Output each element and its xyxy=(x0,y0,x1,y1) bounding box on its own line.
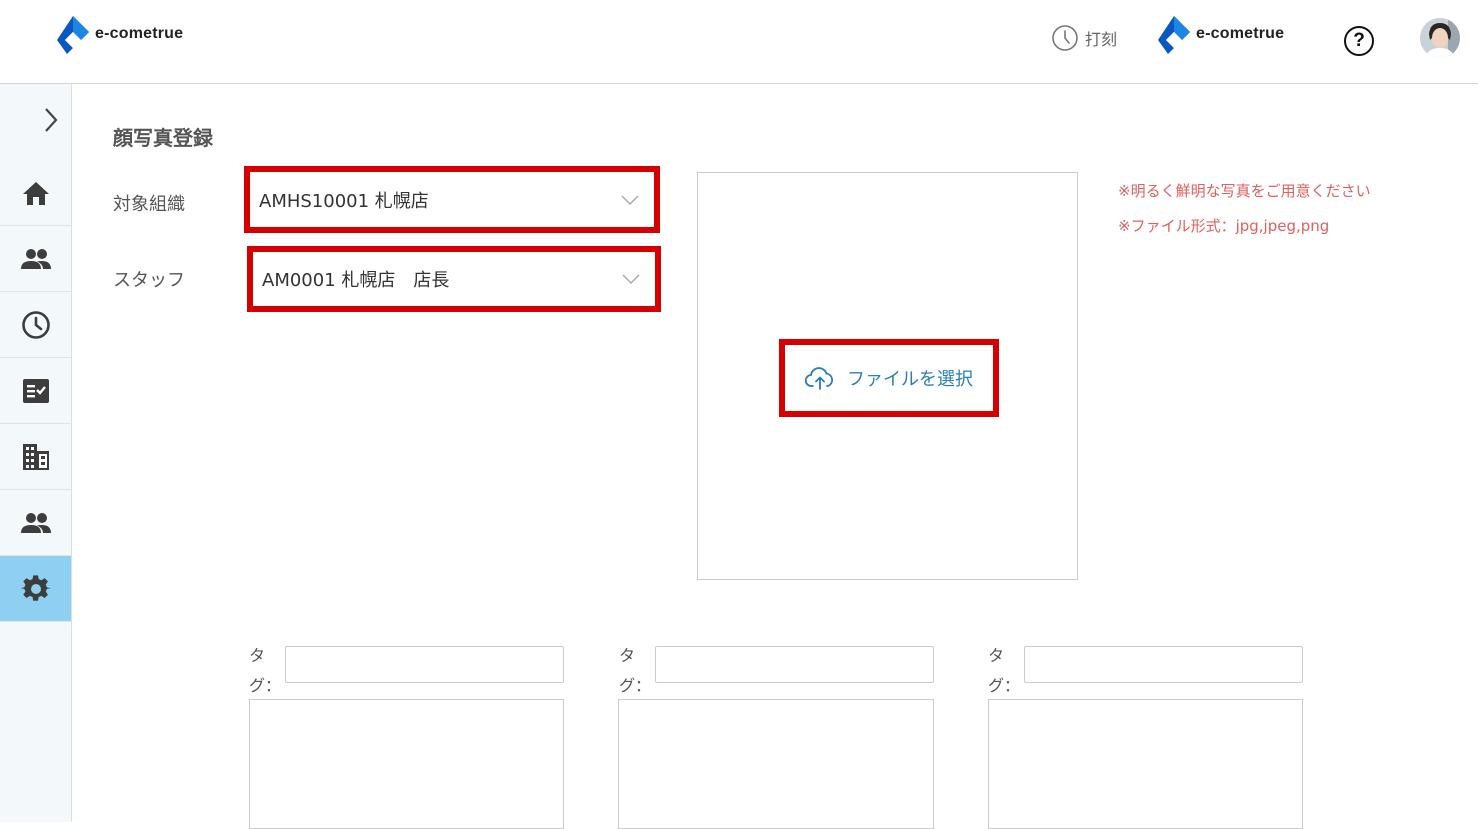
chevron-right-icon xyxy=(44,108,57,132)
sidebar xyxy=(0,84,72,822)
punch-label: 打刻 xyxy=(1085,30,1118,49)
sidebar-item-users[interactable] xyxy=(0,490,71,556)
tag-input-2[interactable] xyxy=(655,646,934,683)
sidebar-item-tasks[interactable] xyxy=(0,358,71,424)
tag-preview-2[interactable] xyxy=(618,699,934,829)
staff-select-value: AM0001 札幌店 店長 xyxy=(262,270,450,291)
clock-icon xyxy=(1052,25,1078,51)
help-button[interactable]: ? xyxy=(1344,26,1374,56)
staff-label: スタッフ xyxy=(113,270,185,291)
tag-label: タグ： xyxy=(619,646,652,695)
tag-preview-3[interactable] xyxy=(988,699,1303,829)
page-title: 顔写真登録 xyxy=(113,126,213,150)
people-icon xyxy=(20,512,51,533)
gear-icon xyxy=(20,574,51,601)
organization-select-value: AMHS10001 札幌店 xyxy=(259,190,429,212)
organization-label: 対象組織 xyxy=(113,194,185,215)
cloud-upload-icon xyxy=(805,367,834,390)
company-logo: e-cometrue xyxy=(1156,14,1284,54)
photo-note: ※明るく鮮明な写真をご用意ください xyxy=(1118,182,1371,200)
chevron-down-icon xyxy=(622,274,640,285)
sidebar-item-settings[interactable] xyxy=(0,556,71,622)
tag-preview-1[interactable] xyxy=(249,699,564,829)
logo-mark-icon xyxy=(57,16,89,54)
clock-icon xyxy=(21,310,50,339)
file-format-note: ※ファイル形式：jpg,jpeg,png xyxy=(1118,217,1330,235)
home-icon xyxy=(22,181,49,205)
file-select-button[interactable]: ファイルを選択 xyxy=(779,339,999,417)
checklist-icon xyxy=(22,378,49,403)
avatar-image xyxy=(1420,18,1460,58)
tag-input-3[interactable] xyxy=(1024,646,1303,683)
sidebar-item-home[interactable] xyxy=(0,160,71,226)
logo-mark-icon xyxy=(1158,16,1190,54)
sidebar-item-staff[interactable] xyxy=(0,226,71,292)
tag-label: タグ： xyxy=(249,646,282,695)
user-avatar[interactable] xyxy=(1420,18,1460,58)
building-icon xyxy=(22,443,49,470)
staff-select-value-area[interactable]: AM0001 札幌店 店長 xyxy=(253,252,655,306)
app-logo[interactable]: e-cometrue xyxy=(55,14,183,54)
sidebar-item-attendance[interactable] xyxy=(0,292,71,358)
chevron-down-icon xyxy=(621,194,639,205)
logo-text: e-cometrue xyxy=(95,25,184,42)
people-icon xyxy=(20,248,51,269)
organization-select-value-area[interactable]: AMHS10001 札幌店 xyxy=(250,172,654,227)
top-header: e-cometrue 打刻 e-cometrue ? xyxy=(0,0,1478,84)
tag-input-1[interactable] xyxy=(285,646,564,683)
help-icon: ? xyxy=(1353,30,1365,51)
file-select-label: ファイルを選択 xyxy=(847,369,973,390)
organization-select[interactable]: AMHS10001 札幌店 xyxy=(244,166,660,233)
staff-select[interactable]: AM0001 札幌店 店長 xyxy=(247,246,661,312)
punch-button[interactable]: 打刻 xyxy=(1051,24,1117,52)
sidebar-expand-toggle[interactable] xyxy=(0,84,71,156)
sidebar-item-organization[interactable] xyxy=(0,424,71,490)
company-logo-text: e-cometrue xyxy=(1196,25,1285,42)
tag-label: タグ： xyxy=(988,646,1021,695)
